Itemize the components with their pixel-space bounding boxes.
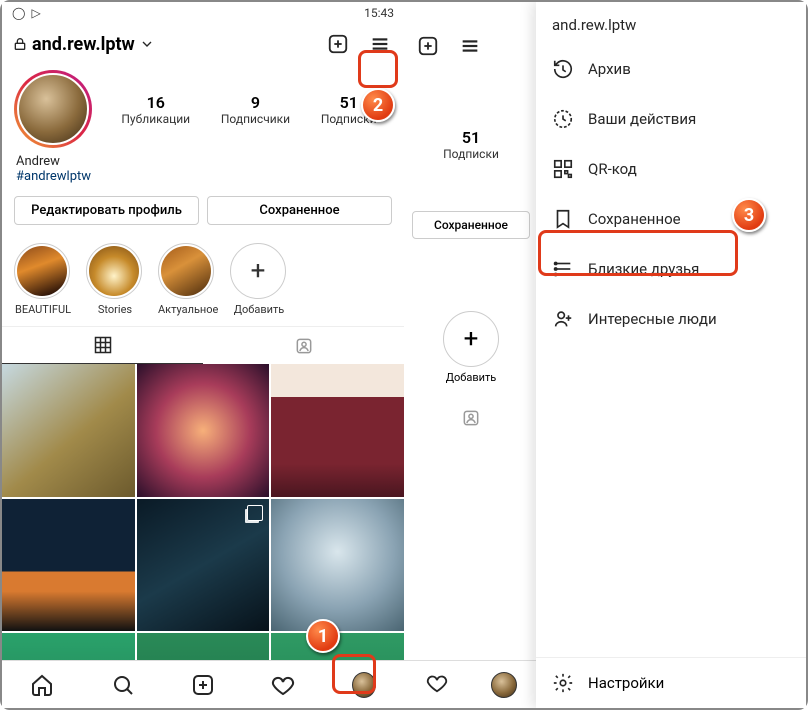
menu-discover[interactable]: Интересные люди bbox=[536, 294, 806, 344]
bio: Andrew #andrewlptw bbox=[2, 148, 404, 186]
new-post-button[interactable] bbox=[324, 30, 352, 58]
bookmark-icon bbox=[552, 208, 574, 230]
posts-grid bbox=[2, 364, 404, 660]
saved-button-sliver[interactable]: Сохраненное bbox=[412, 211, 530, 239]
callout-1: 1 bbox=[306, 619, 340, 653]
saved-button[interactable]: Сохраненное bbox=[207, 196, 392, 225]
callout-3: 3 bbox=[732, 198, 766, 232]
chevron-down-icon bbox=[139, 36, 155, 52]
bio-hashtag[interactable]: #andrewlptw bbox=[16, 169, 390, 184]
plus-icon-sliver[interactable]: + bbox=[443, 311, 499, 367]
menu-settings[interactable]: Настройки bbox=[536, 657, 806, 708]
phone-right: 51 Подписки Сохраненное + Добавить bbox=[404, 2, 806, 708]
stat-followers[interactable]: 9 Подписчики bbox=[221, 93, 290, 126]
profile-header: and.rew.lptw bbox=[2, 24, 404, 64]
edit-profile-button[interactable]: Редактировать профиль bbox=[14, 196, 199, 225]
status-bar: ◯ ▷ 15:43 bbox=[2, 2, 404, 24]
post-7[interactable] bbox=[2, 633, 135, 660]
menu-qr[interactable]: QR-код bbox=[536, 144, 806, 194]
menu-username: and.rew.lptw bbox=[552, 16, 636, 34]
nav-activity-r[interactable] bbox=[426, 672, 448, 698]
post-4[interactable] bbox=[2, 499, 135, 632]
side-menu: and.rew.lptw Архив Ваши действия QR-код … bbox=[536, 2, 806, 708]
backdrop-left-sliver: 51 Подписки Сохраненное + Добавить bbox=[404, 2, 538, 708]
profile-avatar[interactable] bbox=[14, 70, 92, 148]
menu-button-r[interactable] bbox=[456, 32, 484, 60]
lock-icon bbox=[12, 36, 28, 52]
profile-tabs bbox=[2, 326, 404, 364]
highlight-add[interactable]: + Добавить bbox=[230, 243, 288, 316]
nav-profile-r[interactable] bbox=[491, 672, 517, 698]
tab-tagged[interactable] bbox=[203, 327, 404, 364]
play-icon: ▷ bbox=[31, 6, 40, 20]
new-post-button-r[interactable] bbox=[414, 32, 442, 60]
status-time: 15:43 bbox=[364, 6, 394, 20]
post-2[interactable] bbox=[137, 364, 270, 497]
nav-activity[interactable] bbox=[271, 673, 295, 697]
menu-activity[interactable]: Ваши действия bbox=[536, 94, 806, 144]
phone-left: ◯ ▷ 15:43 and.rew.lptw bbox=[2, 2, 404, 708]
stats-row: 16 Публикации 9 Подписчики 51 Подписки bbox=[2, 64, 404, 148]
callout-2: 2 bbox=[361, 88, 395, 122]
post-5[interactable] bbox=[137, 499, 270, 632]
bottom-nav bbox=[2, 660, 404, 708]
opera-icon: ◯ bbox=[12, 6, 25, 20]
post-8[interactable] bbox=[137, 633, 270, 660]
nav-home[interactable] bbox=[30, 673, 54, 697]
nav-create[interactable] bbox=[191, 673, 215, 697]
plus-icon: + bbox=[230, 243, 286, 299]
highlight-1[interactable]: BEAUTIFUL bbox=[14, 243, 72, 316]
highlight-2[interactable]: Stories bbox=[86, 243, 144, 316]
username-selector[interactable]: and.rew.lptw bbox=[12, 34, 155, 55]
post-3[interactable] bbox=[271, 364, 404, 497]
nav-search[interactable] bbox=[111, 673, 135, 697]
menu-close-friends[interactable]: Близкие друзья bbox=[536, 244, 806, 294]
gear-icon bbox=[552, 672, 574, 694]
highlight-3[interactable]: Актуальное bbox=[158, 243, 216, 316]
username-text: and.rew.lptw bbox=[32, 34, 135, 55]
stat-posts[interactable]: 16 Публикации bbox=[121, 93, 190, 126]
menu-button[interactable] bbox=[366, 30, 394, 58]
display-name: Andrew bbox=[16, 154, 390, 169]
menu-archive[interactable]: Архив bbox=[536, 44, 806, 94]
post-6[interactable] bbox=[271, 499, 404, 632]
highlights-row: BEAUTIFUL Stories Актуальное + Добавить bbox=[2, 235, 404, 326]
tab-grid[interactable] bbox=[2, 327, 203, 364]
nav-profile[interactable] bbox=[352, 673, 376, 697]
post-1[interactable] bbox=[2, 364, 135, 497]
